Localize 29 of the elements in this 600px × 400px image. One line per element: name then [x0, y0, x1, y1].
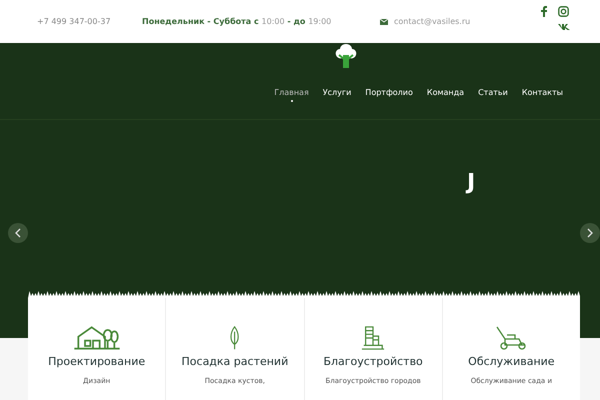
nav-link[interactable]: Команда	[420, 87, 472, 104]
slide-text: J	[467, 170, 476, 195]
house-icon	[72, 326, 121, 350]
chevron-left-icon	[15, 228, 21, 238]
previous-slide-button[interactable]	[8, 223, 28, 243]
chevron-right-icon	[587, 228, 593, 238]
tree-logo-icon[interactable]	[334, 43, 358, 69]
schedule-text: 19:00	[308, 17, 332, 26]
nav-link[interactable]: Контакты	[514, 87, 570, 104]
envelope-icon	[380, 18, 388, 24]
nav-link[interactable]: Статьи	[471, 87, 515, 104]
service-title: Посадка растений	[180, 355, 290, 369]
buildings-icon	[361, 326, 386, 350]
schedule-text: Понедельник - Суббота с	[142, 17, 260, 26]
nav-link[interactable]: Главная	[267, 87, 316, 104]
nav-link[interactable]: Услуги	[316, 87, 358, 104]
service-title: Проектирование	[47, 355, 146, 369]
facebook-icon[interactable]	[539, 6, 549, 17]
vk-icon[interactable]	[558, 23, 570, 31]
mower-icon	[496, 326, 526, 350]
next-slide-button[interactable]	[580, 223, 600, 243]
nav-link[interactable]: Портфолио	[358, 87, 420, 104]
schedule-text: 10:00	[262, 17, 285, 26]
tree-icon	[229, 326, 240, 350]
schedule-text: - до	[286, 17, 306, 26]
service-title: Обслуживание	[467, 355, 556, 369]
service-title: Благоустройство	[322, 355, 424, 369]
instagram-icon[interactable]	[558, 6, 569, 17]
phone-number: +7 499 347-00-37	[37, 17, 112, 26]
